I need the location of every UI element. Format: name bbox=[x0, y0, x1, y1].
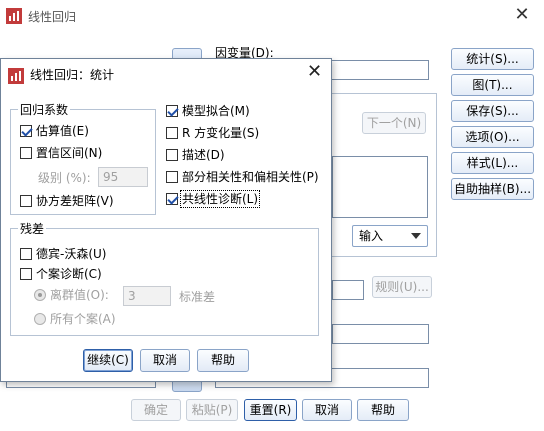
collinearity-diagnostics-label: 共线性诊断(L) bbox=[179, 190, 261, 208]
dialog-cancel-button[interactable]: 取消 bbox=[140, 349, 190, 372]
checkbox-icon bbox=[166, 127, 178, 139]
dialog-title: 线性回归：统计 bbox=[30, 68, 115, 82]
outliers-unit-label: 标准差 bbox=[179, 290, 216, 304]
checkbox-icon bbox=[20, 195, 32, 207]
outliers-label: 离群值(O): bbox=[50, 288, 109, 302]
next-block-button[interactable]: 下一个(N) bbox=[362, 112, 426, 134]
method-value: 输入 bbox=[359, 229, 384, 243]
rule-button[interactable]: 规则(U)... bbox=[372, 276, 432, 298]
radio-icon bbox=[34, 313, 46, 325]
method-select[interactable]: 输入 bbox=[352, 225, 428, 247]
parent-close-icon[interactable]: ✕ bbox=[512, 4, 532, 25]
outliers-radio[interactable]: 离群值(O): bbox=[34, 287, 109, 305]
level-label: 级别 (%): bbox=[38, 171, 91, 185]
checkbox-checked-icon bbox=[20, 125, 32, 137]
confidence-intervals-checkbox[interactable]: 置信区间(N) bbox=[20, 145, 102, 163]
paste-button[interactable]: 粘贴(P) bbox=[186, 399, 238, 421]
all-cases-label: 所有个案(A) bbox=[50, 312, 116, 326]
estimates-checkbox[interactable]: 估算值(E) bbox=[20, 123, 89, 141]
dialog-close-icon[interactable]: ✕ bbox=[307, 61, 322, 82]
residuals-title: 残差 bbox=[18, 220, 47, 237]
all-cases-radio[interactable]: 所有个案(A) bbox=[34, 311, 116, 329]
spss-app-icon bbox=[8, 68, 24, 84]
reset-button[interactable]: 重置(R) bbox=[244, 399, 297, 421]
spss-app-icon bbox=[6, 8, 22, 24]
descriptives-label: 描述(D) bbox=[182, 148, 225, 162]
bootstrap-button[interactable]: 自助抽样(B)... bbox=[451, 178, 534, 200]
regression-coefficients-title: 回归系数 bbox=[18, 101, 71, 118]
continue-button[interactable]: 继续(C) bbox=[83, 349, 133, 372]
dialog-help-button[interactable]: 帮助 bbox=[197, 349, 249, 372]
independent-list[interactable] bbox=[332, 156, 428, 218]
estimates-label: 估算值(E) bbox=[36, 124, 89, 138]
statistics-dialog: 线性回归：统计 ✕ 回归系数 估算值(E) 置信区间(N) 级别 (%): 95… bbox=[0, 58, 332, 382]
chevron-down-icon bbox=[411, 233, 421, 239]
statistics-button[interactable]: 统计(S)... bbox=[451, 48, 534, 70]
r-squared-change-checkbox[interactable]: R 方变化量(S) bbox=[166, 125, 259, 143]
plots-button[interactable]: 图(T)... bbox=[451, 74, 534, 96]
checkbox-icon bbox=[20, 268, 32, 280]
selection-variable-field[interactable] bbox=[332, 280, 364, 300]
options-button[interactable]: 选项(O)... bbox=[451, 126, 534, 148]
part-partial-correlations-checkbox[interactable]: 部分相关性和偏相关性(P) bbox=[166, 169, 319, 187]
save-button[interactable]: 保存(S)... bbox=[451, 100, 534, 122]
checkbox-icon bbox=[20, 248, 32, 260]
cancel-button[interactable]: 取消 bbox=[302, 399, 352, 421]
ok-button[interactable]: 确定 bbox=[131, 399, 181, 421]
r-squared-change-label: R 方变化量(S) bbox=[182, 126, 260, 140]
casewise-diagnostics-checkbox[interactable]: 个案诊断(C) bbox=[20, 266, 102, 284]
collinearity-diagnostics-checkbox[interactable]: 共线性诊断(L) bbox=[166, 190, 261, 209]
model-fit-checkbox[interactable]: 模型拟合(M) bbox=[166, 103, 250, 121]
covariance-matrix-label: 协方差矩阵(V) bbox=[36, 194, 114, 208]
durbin-watson-checkbox[interactable]: 德宾-沃森(U) bbox=[20, 246, 106, 264]
checkbox-icon bbox=[20, 147, 32, 159]
case-label-field[interactable] bbox=[332, 324, 429, 344]
casewise-diagnostics-label: 个案诊断(C) bbox=[36, 267, 102, 281]
checkbox-checked-icon bbox=[166, 105, 178, 117]
descriptives-checkbox[interactable]: 描述(D) bbox=[166, 147, 225, 165]
style-button[interactable]: 样式(L)... bbox=[451, 152, 534, 174]
covariance-matrix-checkbox[interactable]: 协方差矩阵(V) bbox=[20, 193, 114, 211]
checkbox-icon bbox=[166, 149, 178, 161]
model-fit-label: 模型拟合(M) bbox=[182, 104, 250, 118]
checkbox-icon bbox=[166, 171, 178, 183]
parent-title: 线性回归 bbox=[28, 10, 77, 24]
radio-selected-icon bbox=[34, 289, 46, 301]
help-button[interactable]: 帮助 bbox=[357, 399, 409, 421]
outliers-field[interactable]: 3 bbox=[123, 286, 171, 306]
level-field[interactable]: 95 bbox=[98, 167, 148, 187]
part-partial-correlations-label: 部分相关性和偏相关性(P) bbox=[182, 170, 319, 184]
parent-titlebar: 线性回归 ✕ bbox=[0, 0, 544, 32]
confidence-intervals-label: 置信区间(N) bbox=[36, 146, 103, 160]
checkbox-checked-icon bbox=[166, 193, 178, 205]
durbin-watson-label: 德宾-沃森(U) bbox=[36, 247, 107, 261]
